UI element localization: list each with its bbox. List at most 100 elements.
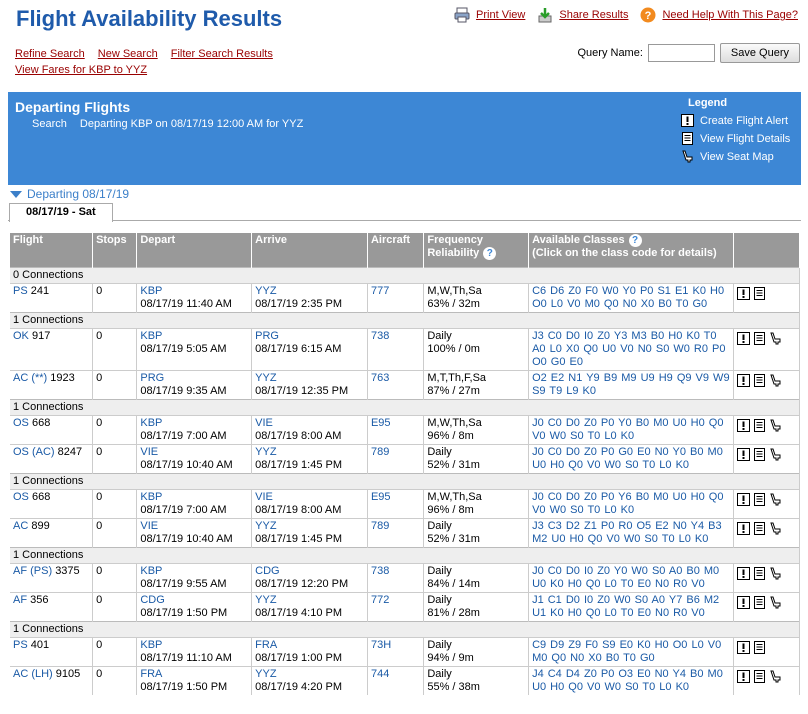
carrier-link[interactable]: OS	[13, 417, 29, 429]
refine-search-link[interactable]: Refine Search	[15, 48, 85, 60]
aircraft-link[interactable]: 763	[371, 372, 389, 384]
seat-icon[interactable]	[769, 493, 782, 506]
class-codes[interactable]: J0 C0 D0 Z0 P0 Y0 B0 M0 U0 H0 Q0 V0 W0 S…	[532, 417, 723, 442]
alert-icon[interactable]	[737, 669, 751, 683]
departing-section-toggle[interactable]: Departing 08/17/19	[10, 187, 129, 201]
carrier-link[interactable]: AC (LH)	[13, 668, 53, 680]
alert-icon[interactable]	[737, 595, 751, 609]
aircraft-link[interactable]: 772	[371, 594, 389, 606]
alert-icon[interactable]	[737, 492, 751, 506]
carrier-link[interactable]: OS (AC)	[13, 446, 55, 458]
arrive-airport-link[interactable]: VIE	[255, 417, 364, 430]
class-codes[interactable]: J4 C4 D4 Z0 P0 O3 E0 N0 Y4 B0 M0 U0 H0 Q…	[532, 668, 723, 693]
details-icon[interactable]	[753, 286, 766, 300]
seat-icon[interactable]	[769, 522, 782, 535]
arrive-airport-link[interactable]: CDG	[255, 565, 364, 578]
details-icon[interactable]	[753, 566, 766, 580]
class-codes[interactable]: O2 E2 N1 Y9 B9 M9 U9 H9 Q9 V9 W9 S9 T9 L…	[532, 372, 730, 397]
depart-airport-link[interactable]: VIE	[140, 446, 248, 459]
carrier-link[interactable]: AC	[13, 520, 28, 532]
carrier-link[interactable]: PS	[13, 639, 28, 651]
class-codes[interactable]: J3 C0 D0 I0 Z0 Y3 M3 B0 H0 K0 T0 A0 L0 X…	[532, 330, 725, 368]
arrive-airport-link[interactable]: PRG	[255, 330, 364, 343]
help-link[interactable]: ? Need Help With This Page?	[640, 7, 798, 23]
seat-icon[interactable]	[769, 419, 782, 432]
class-codes[interactable]: J3 C3 D2 Z1 P0 R0 O5 E2 N0 Y4 B3 M2 U0 H…	[532, 520, 722, 545]
depart-airport-link[interactable]: KBP	[140, 565, 248, 578]
filter-results-link[interactable]: Filter Search Results	[171, 48, 273, 60]
alert-icon[interactable]	[737, 286, 751, 300]
alert-icon[interactable]	[737, 640, 751, 654]
details-icon[interactable]	[753, 418, 766, 432]
seat-icon[interactable]	[769, 374, 782, 387]
depart-airport-link[interactable]: VIE	[140, 520, 248, 533]
help-label[interactable]: Need Help With This Page?	[662, 9, 798, 21]
arrive-airport-link[interactable]: FRA	[255, 639, 364, 652]
carrier-link[interactable]: PS	[13, 285, 28, 297]
share-results-link[interactable]: Share Results	[537, 7, 628, 23]
alert-icon[interactable]	[737, 566, 751, 580]
seat-icon[interactable]	[769, 448, 782, 461]
share-results-label[interactable]: Share Results	[559, 9, 628, 21]
arrive-airport-link[interactable]: YYZ	[255, 446, 364, 459]
classes-help-icon[interactable]: ?	[628, 234, 642, 247]
details-icon[interactable]	[753, 595, 766, 609]
details-icon[interactable]	[753, 492, 766, 506]
arrive-airport-link[interactable]: YYZ	[255, 285, 364, 298]
arrive-airport-link[interactable]: YYZ	[255, 520, 364, 533]
class-codes[interactable]: J0 C0 D0 I0 Z0 Y0 W0 S0 A0 B0 M0 U0 K0 H…	[532, 565, 719, 590]
details-icon[interactable]	[753, 373, 766, 387]
seat-icon[interactable]	[769, 332, 782, 345]
alert-icon[interactable]	[737, 373, 751, 387]
alert-icon[interactable]	[737, 418, 751, 432]
depart-airport-link[interactable]: PRG	[140, 372, 248, 385]
aircraft-link[interactable]: 73H	[371, 639, 391, 651]
alert-icon[interactable]	[737, 447, 751, 461]
print-view-link[interactable]: Print View	[454, 7, 525, 23]
depart-airport-link[interactable]: KBP	[140, 491, 248, 504]
details-icon[interactable]	[753, 640, 766, 654]
aircraft-link[interactable]: 738	[371, 565, 389, 577]
arrive-airport-link[interactable]: YYZ	[255, 372, 364, 385]
seat-icon[interactable]	[769, 567, 782, 580]
aircraft-link[interactable]: 789	[371, 446, 389, 458]
depart-airport-link[interactable]: KBP	[140, 285, 248, 298]
details-icon[interactable]	[753, 447, 766, 461]
depart-airport-link[interactable]: CDG	[140, 594, 248, 607]
print-view-label[interactable]: Print View	[476, 9, 525, 21]
depart-airport-link[interactable]: FRA	[140, 668, 248, 681]
aircraft-link[interactable]: 738	[371, 330, 389, 342]
view-fares-link[interactable]: View Fares for KBP to YYZ	[15, 64, 147, 76]
details-icon[interactable]	[753, 669, 766, 683]
aircraft-link[interactable]: 744	[371, 668, 389, 680]
arrive-airport-link[interactable]: VIE	[255, 491, 364, 504]
class-codes[interactable]: J0 C0 D0 Z0 P0 Y6 B0 M0 U0 H0 Q0 V0 W0 S…	[532, 491, 723, 516]
alert-icon[interactable]	[737, 331, 751, 345]
seat-icon[interactable]	[769, 596, 782, 609]
reliability-help-icon[interactable]: ?	[483, 247, 497, 260]
depart-airport-link[interactable]: KBP	[140, 417, 248, 430]
query-name-input[interactable]	[647, 44, 715, 62]
carrier-link[interactable]: AF	[13, 594, 27, 606]
seat-icon[interactable]	[769, 670, 782, 683]
arrive-airport-link[interactable]: YYZ	[255, 668, 364, 681]
class-codes[interactable]: J1 C1 D0 I0 Z0 W0 S0 A0 Y7 B6 M2 U1 K0 H…	[532, 594, 719, 619]
alert-icon[interactable]	[737, 521, 751, 535]
depart-airport-link[interactable]: KBP	[140, 330, 248, 343]
aircraft-link[interactable]: E95	[371, 417, 391, 429]
depart-airport-link[interactable]: KBP	[140, 639, 248, 652]
carrier-link[interactable]: OS	[13, 491, 29, 503]
aircraft-link[interactable]: E95	[371, 491, 391, 503]
new-search-link[interactable]: New Search	[98, 48, 158, 60]
class-codes[interactable]: C9 D9 Z9 F0 S9 E0 K0 H0 O0 L0 V0 M0 Q0 N…	[532, 639, 721, 664]
details-icon[interactable]	[753, 521, 766, 535]
carrier-link[interactable]: AC (**)	[13, 372, 47, 384]
aircraft-link[interactable]: 777	[371, 285, 389, 297]
tab-date[interactable]: 08/17/19 - Sat	[9, 203, 113, 222]
save-query-button[interactable]: Save Query	[719, 43, 800, 63]
details-icon[interactable]	[753, 331, 766, 345]
class-codes[interactable]: J0 C0 D0 Z0 P0 G0 E0 N0 Y0 B0 M0 U0 H0 Q…	[532, 446, 723, 471]
carrier-link[interactable]: OK	[13, 330, 29, 342]
carrier-link[interactable]: AF (PS)	[13, 565, 52, 577]
aircraft-link[interactable]: 789	[371, 520, 389, 532]
